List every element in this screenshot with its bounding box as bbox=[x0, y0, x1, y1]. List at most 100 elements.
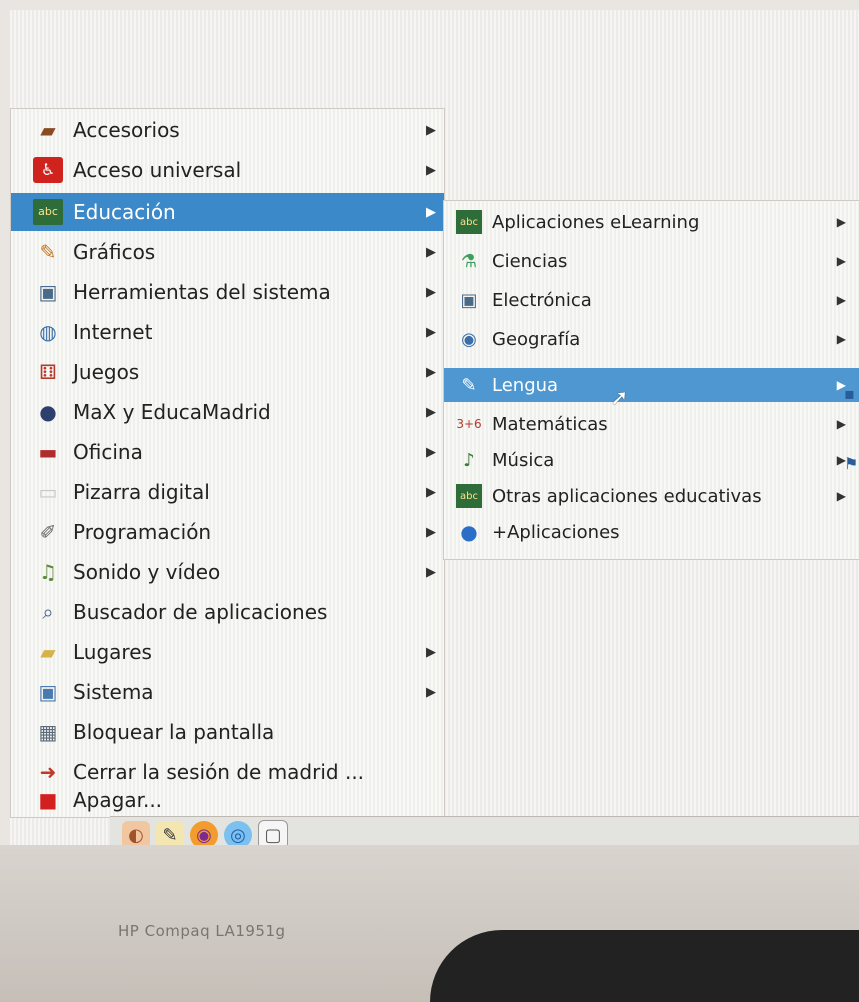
submenu-item-label: Matemáticas bbox=[492, 413, 608, 435]
menu-item-pizarra[interactable]: ▭ Pizarra digital ▶ bbox=[11, 473, 444, 511]
science-icon: ⚗ bbox=[460, 250, 478, 272]
submenu-edge-icon: ▪ bbox=[844, 384, 855, 403]
menu-item-label: Sonido y vídeo bbox=[73, 560, 221, 584]
chevron-right-icon: ▶ bbox=[836, 332, 846, 346]
menu-item-internet[interactable]: ◍ Internet ▶ bbox=[11, 313, 444, 351]
menu-item-label: Buscador de aplicaciones bbox=[73, 600, 328, 624]
submenu-item-ciencias[interactable]: ⚗ Ciencias ▶ bbox=[444, 244, 859, 278]
chevron-right-icon: ▶ bbox=[426, 564, 436, 580]
submenu-item-label: Geografía bbox=[492, 328, 581, 350]
submenu-item-lengua[interactable]: ✎ Lengua ▶ bbox=[444, 368, 859, 402]
menu-item-label: Apagar... bbox=[73, 788, 163, 812]
menu-item-educacion[interactable]: abc Educación ▶ bbox=[11, 193, 444, 231]
menu-item-label: Sistema bbox=[73, 680, 154, 704]
chevron-right-icon: ▶ bbox=[836, 489, 846, 503]
whiteboard-icon: ▭ bbox=[38, 480, 58, 504]
submenu-item-label: +Aplicaciones bbox=[492, 521, 620, 543]
menu-item-buscador[interactable]: ⌕ Buscador de aplicaciones bbox=[11, 593, 444, 631]
chevron-right-icon: ▶ bbox=[426, 284, 436, 300]
menu-item-graficos[interactable]: ✎ Gráficos ▶ bbox=[11, 233, 444, 271]
chevron-right-icon: ▶ bbox=[426, 162, 436, 178]
menu-item-label: Acceso universal bbox=[73, 158, 242, 182]
submenu-item-label: Ciencias bbox=[492, 250, 568, 272]
games-icon: ⚅ bbox=[39, 360, 57, 384]
sound-video-icon: ♫ bbox=[39, 560, 57, 584]
menu-item-label: Pizarra digital bbox=[73, 480, 210, 504]
max-icon: ● bbox=[39, 400, 57, 424]
menu-item-sonido[interactable]: ♫ Sonido y vídeo ▶ bbox=[11, 553, 444, 591]
menu-item-label: Educación bbox=[73, 200, 176, 224]
menu-item-lugares[interactable]: ▰ Lugares ▶ bbox=[11, 633, 444, 671]
internet-icon: ◍ bbox=[39, 320, 57, 344]
app-finder-icon: ⌕ bbox=[42, 600, 54, 624]
chevron-right-icon: ▶ bbox=[426, 324, 436, 340]
monitor-frame: ▰ Accesorios ▶ ♿ Acceso universal ▶ abc … bbox=[0, 0, 859, 1002]
submenu-item-label: Música bbox=[492, 449, 555, 471]
more-apps-icon: ● bbox=[460, 520, 478, 544]
submenu-item-elearning[interactable]: abc Aplicaciones eLearning ▶ bbox=[444, 205, 859, 239]
menu-item-oficina[interactable]: ▬ Oficina ▶ bbox=[11, 433, 444, 471]
submenu-item-musica[interactable]: ♪ Música ▶ bbox=[444, 443, 859, 477]
electronics-icon: ▣ bbox=[460, 289, 478, 311]
lock-screen-icon: ▦ bbox=[38, 720, 58, 744]
applications-menu: ▰ Accesorios ▶ ♿ Acceso universal ▶ abc … bbox=[10, 108, 445, 818]
programming-icon: ✐ bbox=[39, 520, 57, 544]
flag-icon: ⚑ bbox=[844, 454, 859, 473]
submenu-item-otras[interactable]: abc Otras aplicaciones educativas ▶ bbox=[444, 479, 859, 513]
menu-item-herramientas[interactable]: ▣ Herramientas del sistema ▶ bbox=[11, 273, 444, 311]
language-icon: ✎ bbox=[461, 374, 477, 396]
chevron-right-icon: ▶ bbox=[426, 122, 436, 138]
submenu-item-matematicas[interactable]: 3+6 Matemáticas ▶ bbox=[444, 407, 859, 441]
menu-item-label: Gráficos bbox=[73, 240, 156, 264]
menu-item-label: Herramientas del sistema bbox=[73, 280, 331, 304]
system-icon: ▣ bbox=[38, 680, 58, 704]
elearning-icon: abc bbox=[456, 210, 482, 234]
submenu-item-label: Otras aplicaciones educativas bbox=[492, 485, 762, 507]
accessibility-icon: ♿ bbox=[33, 157, 63, 183]
places-icon: ▰ bbox=[40, 640, 56, 664]
education-icon: abc bbox=[33, 199, 63, 225]
mouse-pointer-icon: ➚ bbox=[610, 386, 629, 411]
monitor-brand-label: HP Compaq LA1951g bbox=[118, 922, 286, 940]
submenu-item-mas-aplicaciones[interactable]: ● +Aplicaciones bbox=[444, 515, 859, 549]
menu-item-label: Internet bbox=[73, 320, 153, 344]
math-icon: 3+6 bbox=[456, 417, 482, 431]
chevron-right-icon: ▶ bbox=[426, 524, 436, 540]
menu-item-label: Accesorios bbox=[73, 118, 180, 142]
menu-item-sistema[interactable]: ▣ Sistema ▶ bbox=[11, 673, 444, 711]
chevron-right-icon: ▶ bbox=[426, 244, 436, 260]
other-education-icon: abc bbox=[456, 484, 482, 508]
chevron-right-icon: ▶ bbox=[836, 215, 846, 229]
office-icon: ▬ bbox=[38, 440, 58, 464]
education-submenu: abc Aplicaciones eLearning ▶ ⚗ Ciencias … bbox=[443, 200, 859, 560]
chevron-right-icon: ▶ bbox=[426, 404, 436, 420]
graphics-icon: ✎ bbox=[39, 240, 57, 264]
menu-item-max[interactable]: ● MaX y EducaMadrid ▶ bbox=[11, 393, 444, 431]
chevron-right-icon: ▶ bbox=[836, 417, 846, 431]
menu-item-programacion[interactable]: ✐ Programación ▶ bbox=[11, 513, 444, 551]
menu-item-accesorios[interactable]: ▰ Accesorios ▶ bbox=[11, 111, 444, 149]
chevron-right-icon: ▶ bbox=[426, 444, 436, 460]
menu-item-bloquear[interactable]: ▦ Bloquear la pantalla bbox=[11, 713, 444, 751]
monitor-stand bbox=[430, 930, 859, 1002]
submenu-item-geografia[interactable]: ◉ Geografía ▶ bbox=[444, 322, 859, 356]
menu-item-label: Oficina bbox=[73, 440, 143, 464]
system-tools-icon: ▣ bbox=[38, 280, 58, 304]
menu-item-juegos[interactable]: ⚅ Juegos ▶ bbox=[11, 353, 444, 391]
submenu-item-electronica[interactable]: ▣ Electrónica ▶ bbox=[444, 283, 859, 317]
geography-icon: ◉ bbox=[461, 328, 477, 350]
menu-item-label: Juegos bbox=[73, 360, 140, 384]
chevron-right-icon: ▶ bbox=[426, 204, 436, 220]
menu-item-label: Bloquear la pantalla bbox=[73, 720, 275, 744]
submenu-item-label: Aplicaciones eLearning bbox=[492, 211, 700, 233]
menu-item-label: Programación bbox=[73, 520, 212, 544]
screen: ▰ Accesorios ▶ ♿ Acceso universal ▶ abc … bbox=[10, 10, 859, 850]
chevron-right-icon: ▶ bbox=[426, 684, 436, 700]
menu-item-acceso-universal[interactable]: ♿ Acceso universal ▶ bbox=[11, 151, 444, 189]
chevron-right-icon: ▶ bbox=[836, 254, 846, 268]
chevron-right-icon: ▶ bbox=[426, 644, 436, 660]
submenu-item-label: Electrónica bbox=[492, 289, 592, 311]
chevron-right-icon: ▶ bbox=[426, 484, 436, 500]
menu-item-apagar[interactable]: ■ Apagar... bbox=[11, 781, 444, 819]
shutdown-icon: ■ bbox=[38, 788, 58, 812]
